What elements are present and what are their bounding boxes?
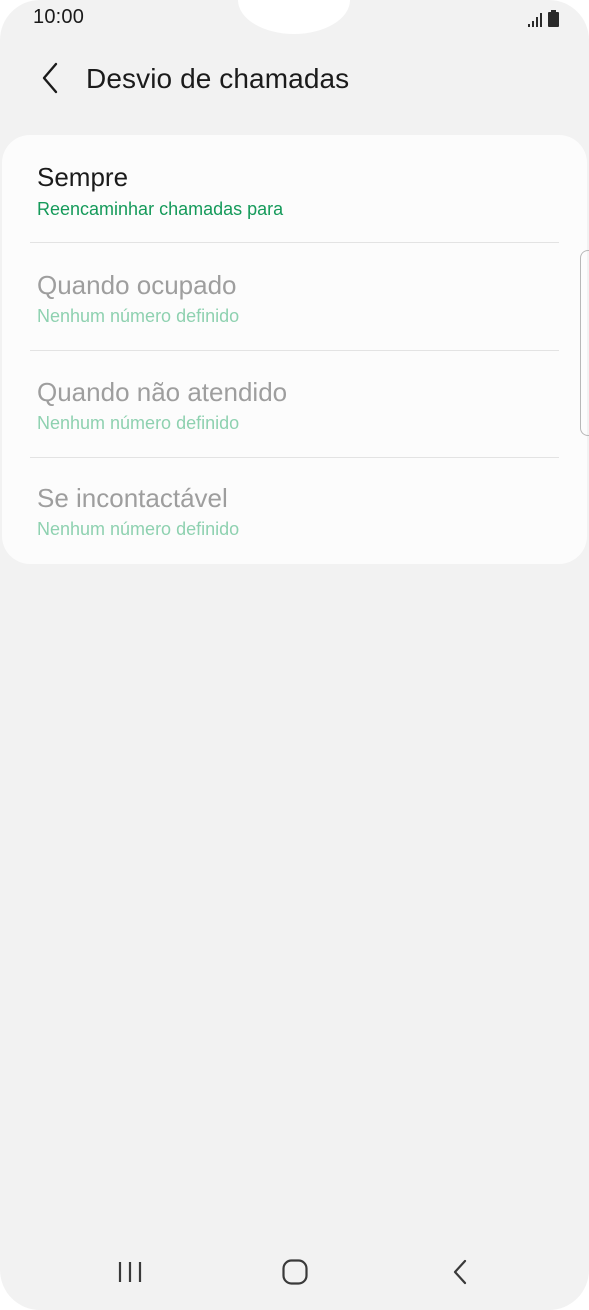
option-title: Se incontactável bbox=[37, 483, 228, 513]
option-when-busy[interactable]: Quando ocupado Nenhum número definido bbox=[2, 243, 587, 350]
chevron-left-icon bbox=[40, 62, 60, 99]
back-icon bbox=[451, 1259, 469, 1290]
option-when-unanswered[interactable]: Quando não atendido Nenhum número defini… bbox=[2, 351, 587, 458]
option-title: Quando ocupado bbox=[37, 270, 237, 300]
status-icons bbox=[528, 9, 559, 27]
option-subtitle: Nenhum número definido bbox=[37, 306, 240, 326]
option-when-unreachable[interactable]: Se incontactável Nenhum número definido bbox=[2, 458, 587, 565]
signal-bars-icon bbox=[528, 13, 544, 27]
status-time: 10:00 bbox=[33, 6, 85, 28]
recent-apps-icon bbox=[117, 1260, 143, 1289]
scroll-indicator[interactable] bbox=[580, 250, 589, 436]
option-subtitle: Reencaminhar chamadas para bbox=[37, 199, 284, 219]
option-title: Quando não atendido bbox=[37, 377, 288, 407]
call-forwarding-options-card: Sempre Reencaminhar chamadas para Quando… bbox=[2, 135, 587, 564]
system-back-button[interactable] bbox=[430, 1254, 490, 1294]
recent-apps-button[interactable] bbox=[100, 1254, 160, 1294]
option-subtitle: Nenhum número definido bbox=[37, 413, 240, 433]
option-always[interactable]: Sempre Reencaminhar chamadas para bbox=[2, 135, 587, 242]
battery-icon bbox=[548, 10, 559, 27]
camera-notch bbox=[238, 0, 350, 34]
option-subtitle: Nenhum número definido bbox=[37, 519, 240, 539]
home-button[interactable] bbox=[265, 1254, 325, 1294]
navigation-bar bbox=[0, 1236, 589, 1310]
page-title: Desvio de chamadas bbox=[86, 63, 350, 94]
home-icon bbox=[281, 1258, 309, 1291]
option-title: Sempre bbox=[37, 162, 129, 192]
back-button[interactable] bbox=[30, 58, 70, 102]
phone-screen: 10:00 Desvio de chamadas Sempre Reencami… bbox=[0, 0, 589, 1310]
